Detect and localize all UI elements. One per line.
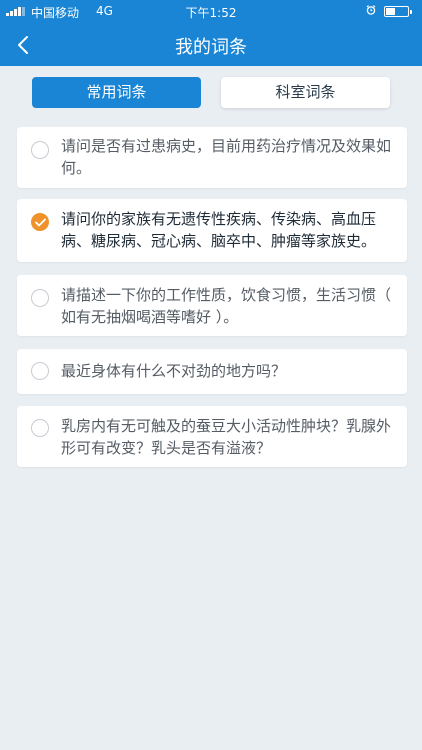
tab-bar: 常用词条 科室词条 (32, 77, 390, 109)
radio-button[interactable] (31, 141, 49, 159)
list-item-text: 请问是否有过患病史，目前用药治疗情况及效果如何。 (61, 137, 392, 177)
alarm-icon (366, 5, 376, 15)
status-bar: 中国移动 4G 下午1:52 (0, 0, 422, 24)
status-time: 下午1:52 (185, 6, 237, 20)
list-item-text: 乳房内有无可触及的蚕豆大小活动性肿块？乳腺外形可有改变？乳头是否有溢液？ (61, 417, 392, 457)
list-item-text: 最近身体有什么不对劲的地方吗？ (61, 362, 287, 380)
page-title: 我的词条 (175, 37, 247, 58)
list-item[interactable]: 请问你的家族有无遗传性疾病、传染病、高血压病、糖尿病、冠心病、脑卒中、肿瘤等家族… (17, 199, 407, 262)
list-item-text: 请描述一下你的工作性质，饮食习惯，生活习惯（ 如有无抽烟喝酒等嗜好 ）。 (61, 286, 392, 326)
radio-button[interactable] (31, 419, 49, 437)
tab-department-terms[interactable]: 科室词条 (221, 77, 390, 108)
list-item[interactable]: 乳房内有无可触及的蚕豆大小活动性肿块？乳腺外形可有改变？乳头是否有溢液？ (17, 406, 407, 467)
list-item[interactable]: 最近身体有什么不对劲的地方吗？ (17, 349, 407, 394)
radio-button[interactable] (31, 362, 49, 380)
battery-icon (384, 6, 412, 17)
battery-level (386, 8, 395, 15)
checkmark-icon (35, 218, 46, 227)
radio-button[interactable] (31, 289, 49, 307)
list-item[interactable]: 请描述一下你的工作性质，饮食习惯，生活习惯（ 如有无抽烟喝酒等嗜好 ）。 (17, 275, 407, 336)
list-item[interactable]: 请问是否有过患病史，目前用药治疗情况及效果如何。 (17, 127, 407, 188)
nav-bar: 我的词条 (0, 24, 422, 66)
tab-common-terms[interactable]: 常用词条 (32, 77, 201, 108)
list-item-text: 请问你的家族有无遗传性疾病、传染病、高血压病、糖尿病、冠心病、脑卒中、肿瘤等家族… (61, 210, 377, 250)
radio-button-checked[interactable] (31, 213, 49, 231)
